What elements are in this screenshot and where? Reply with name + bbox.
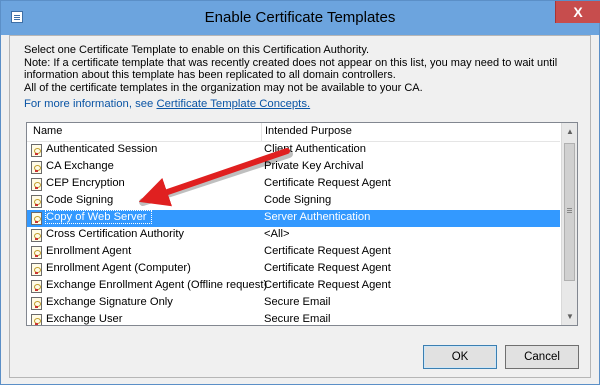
template-intended-purpose: Secure Email bbox=[264, 313, 331, 325]
table-row[interactable]: Cross Certification Authority <All> bbox=[27, 227, 560, 244]
certificate-template-icon bbox=[31, 297, 42, 310]
certificate-template-icon bbox=[31, 161, 42, 174]
cancel-button[interactable]: Cancel bbox=[505, 345, 579, 369]
enable-certificate-templates-dialog: Enable Certificate Templates X Select on… bbox=[0, 0, 600, 385]
table-row[interactable]: Enrollment Agent (Computer) Certificate R… bbox=[27, 261, 560, 278]
template-name: Code Signing bbox=[46, 194, 114, 206]
template-name: Enrollment Agent (Computer) bbox=[46, 262, 191, 274]
certificate-template-list[interactable]: Name Intended Purpose Authenticated Sess… bbox=[26, 122, 578, 326]
description-line: information about this template has been… bbox=[24, 69, 396, 82]
template-name: CEP Encryption bbox=[46, 177, 125, 189]
dialog-content: Select one Certificate Template to enabl… bbox=[9, 35, 591, 378]
template-name: Cross Certification Authority bbox=[46, 228, 185, 240]
template-name: CA Exchange bbox=[46, 160, 114, 172]
certificate-template-icon bbox=[31, 178, 42, 191]
certificate-template-icon bbox=[31, 314, 42, 325]
ok-button[interactable]: OK bbox=[423, 345, 497, 369]
template-intended-purpose: Server Authentication bbox=[264, 211, 371, 223]
template-intended-purpose: Certificate Request Agent bbox=[264, 177, 391, 189]
template-intended-purpose: Certificate Request Agent bbox=[264, 279, 391, 291]
certificate-template-icon bbox=[31, 280, 42, 293]
vertical-scrollbar[interactable]: ▲ ▼ bbox=[561, 123, 577, 325]
template-intended-purpose: Private Key Archival bbox=[264, 160, 364, 172]
certificate-template-concepts-link[interactable]: Certificate Template Concepts. bbox=[156, 98, 310, 110]
template-intended-purpose: Code Signing bbox=[264, 194, 332, 206]
window-title: Enable Certificate Templates bbox=[204, 9, 396, 26]
template-name: Exchange User bbox=[46, 313, 123, 325]
scroll-down-icon[interactable]: ▼ bbox=[562, 308, 577, 325]
certificate-template-icon bbox=[31, 263, 42, 276]
column-divider[interactable] bbox=[261, 123, 262, 141]
description-line: Select one Certificate Template to enabl… bbox=[24, 44, 370, 56]
template-intended-purpose: Client Authentication bbox=[264, 143, 366, 155]
table-row[interactable]: CEP Encryption Certificate Request Agent bbox=[27, 176, 560, 193]
table-row[interactable]: Exchange User Secure Email bbox=[27, 312, 560, 325]
grip-icon bbox=[567, 208, 572, 209]
template-name: Authenticated Session bbox=[46, 143, 158, 155]
table-row[interactable]: Authenticated Session Client Authenticati… bbox=[27, 142, 560, 159]
description-line: Note: If a certificate template that was… bbox=[24, 56, 558, 69]
template-name: Exchange Signature Only bbox=[46, 296, 173, 308]
certificate-template-icon bbox=[31, 229, 42, 242]
certificate-template-icon bbox=[31, 195, 42, 208]
table-row[interactable]: Exchange Signature Only Secure Email bbox=[27, 295, 560, 312]
table-row[interactable]: Exchange Enrollment Agent (Offline reque… bbox=[27, 278, 560, 295]
description-text: Select one Certificate Template to enabl… bbox=[24, 44, 557, 94]
scroll-up-icon[interactable]: ▲ bbox=[562, 123, 577, 140]
title-bar[interactable]: Enable Certificate Templates X bbox=[1, 1, 600, 35]
list-header: Name Intended Purpose bbox=[27, 123, 560, 142]
certificate-template-icon bbox=[31, 212, 42, 225]
template-intended-purpose: Certificate Request Agent bbox=[264, 245, 391, 257]
template-name: Enrollment Agent bbox=[46, 245, 132, 257]
template-name: Exchange Enrollment Agent (Offline reque… bbox=[46, 279, 268, 291]
template-name: Copy of Web Server bbox=[45, 210, 152, 224]
table-row[interactable]: Enrollment Agent Certificate Request Agen… bbox=[27, 244, 560, 261]
close-button[interactable]: X bbox=[555, 1, 600, 23]
table-row[interactable]: CA Exchange Private Key Archival bbox=[27, 159, 560, 176]
description-line: All of the certificate templates in the … bbox=[24, 81, 423, 94]
scroll-thumb[interactable] bbox=[564, 143, 575, 281]
template-intended-purpose: Secure Email bbox=[264, 296, 331, 308]
table-row[interactable]: Copy of Web Server Server Authentication bbox=[27, 210, 560, 227]
more-info-prefix: For more information, see bbox=[24, 98, 157, 110]
certificate-template-icon bbox=[31, 246, 42, 259]
column-header-intended-purpose[interactable]: Intended Purpose bbox=[265, 125, 352, 137]
certificate-template-icon bbox=[31, 144, 42, 157]
template-intended-purpose: Certificate Request Agent bbox=[264, 262, 391, 274]
template-intended-purpose: <All> bbox=[264, 228, 290, 240]
table-row[interactable]: Code Signing Code Signing bbox=[27, 193, 560, 210]
column-header-name[interactable]: Name bbox=[33, 125, 62, 137]
more-info-text: For more information, see Certificate Te… bbox=[24, 98, 310, 110]
